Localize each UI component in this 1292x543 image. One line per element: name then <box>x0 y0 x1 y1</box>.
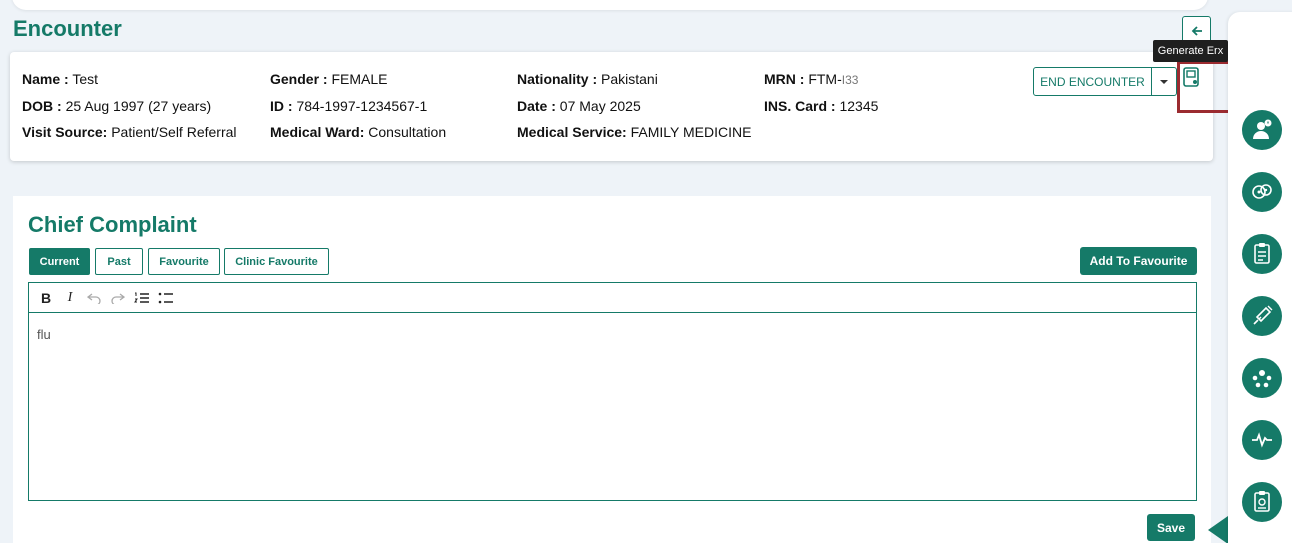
rich-text-editor: B I flu <box>28 282 1197 501</box>
tab-past[interactable]: Past <box>95 248 143 275</box>
tab-clinic-favourite[interactable]: Clinic Favourite <box>224 248 329 275</box>
patient-gender: Gender : FEMALE <box>270 71 388 87</box>
ordered-list-icon[interactable] <box>133 289 151 307</box>
tab-current[interactable]: Current <box>29 248 90 275</box>
visit-source: Visit Source: Patient/Self Referral <box>22 124 237 140</box>
patient-name: Name : Test <box>22 71 99 87</box>
caret-down-icon <box>1160 79 1168 84</box>
microbe-icon[interactable] <box>1242 172 1282 212</box>
tab-favourite[interactable]: Favourite <box>148 248 220 275</box>
italic-icon[interactable]: I <box>61 289 79 307</box>
insurance-card: INS. Card : 12345 <box>764 98 879 114</box>
medical-service: Medical Service: FAMILY MEDICINE <box>517 124 752 140</box>
team-icon[interactable] <box>1242 358 1282 398</box>
generate-erx-tooltip: Generate Erx <box>1153 40 1228 62</box>
save-button[interactable]: Save <box>1147 514 1195 541</box>
patient-dob: DOB : 25 Aug 1997 (27 years) <box>22 98 212 114</box>
page-title: Encounter <box>13 16 122 41</box>
side-panel <box>1228 12 1292 543</box>
add-to-favourite-button[interactable]: Add To Favourite <box>1080 247 1197 275</box>
encounter-date: Date : 07 May 2025 <box>517 98 641 114</box>
end-encounter-button[interactable]: END ENCOUNTER <box>1033 67 1152 96</box>
bullet-list-icon[interactable] <box>157 289 175 307</box>
side-panel-toggle[interactable] <box>1208 516 1228 543</box>
editor-content[interactable]: flu <box>29 313 1196 356</box>
patient-alert-icon[interactable] <box>1242 110 1282 150</box>
vitals-icon[interactable] <box>1242 420 1282 460</box>
bold-icon[interactable]: B <box>37 289 55 307</box>
syringe-icon[interactable] <box>1242 296 1282 336</box>
section-title: Chief Complaint <box>28 212 197 237</box>
report-icon[interactable] <box>1242 482 1282 522</box>
chief-complaint-panel: Chief Complaint Current Past Favourite C… <box>13 196 1211 543</box>
clipboard-clock-icon[interactable] <box>1242 234 1282 274</box>
highlight-box <box>1177 61 1235 113</box>
editor-toolbar: B I <box>29 283 1196 313</box>
arrow-left-icon <box>1191 25 1202 36</box>
patient-id: ID : 784-1997-1234567-1 <box>270 98 428 114</box>
redo-icon[interactable] <box>109 289 127 307</box>
end-encounter-dropdown[interactable] <box>1152 67 1177 96</box>
patient-mrn: MRN : FTM-I33 <box>764 71 859 87</box>
top-bar <box>12 0 1208 10</box>
medical-ward: Medical Ward: Consultation <box>270 124 447 140</box>
patient-nationality: Nationality : Pakistani <box>517 71 658 87</box>
undo-icon[interactable] <box>85 289 103 307</box>
